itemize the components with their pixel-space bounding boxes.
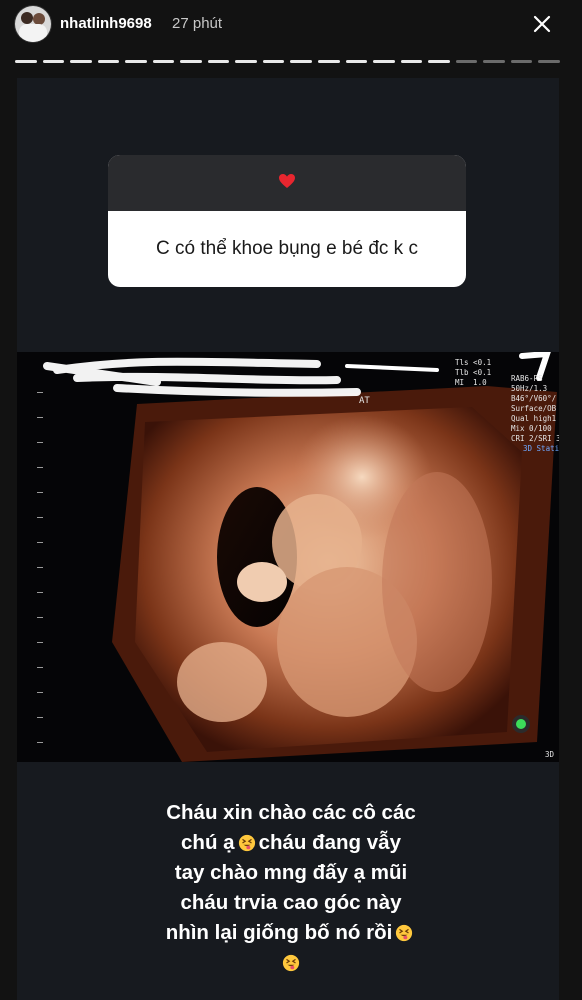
progress-segment (262, 60, 285, 63)
progress-segment (455, 60, 478, 63)
progress-segment (290, 60, 313, 63)
post-time: 27 phút (172, 15, 223, 32)
progress-segment (180, 60, 202, 63)
story-progress-bar (15, 60, 560, 63)
progress-segment (400, 60, 423, 63)
question-text: C có thể khoe bụng e bé đc k c (156, 238, 418, 259)
squinting-tongue-emoji-icon (282, 954, 300, 972)
scan-readout-left: Tls <0.1 Tlb <0.1 MI 1.0 (455, 358, 492, 387)
progress-segment (97, 60, 120, 63)
question-sticker: C có thể khoe bụng e bé đc k c (108, 155, 466, 287)
progress-segment (483, 60, 505, 63)
progress-segment (510, 60, 533, 63)
story-header: nhatlinh9698 27 phút (0, 0, 582, 52)
caption-line: chú ạ cháu đang vẫy (181, 831, 401, 854)
caption-line: cháu trvia cao góc này (180, 891, 402, 914)
progress-segment (373, 60, 395, 63)
caption-line: tay chào mng đấy ạ mũi (174, 861, 408, 884)
story-caption: Cháu xin chào các cô các chú ạ cháu đang … (90, 798, 492, 978)
progress-segment (428, 60, 450, 63)
progress-segment (70, 60, 92, 63)
scan-partial-label: AT (359, 396, 370, 406)
scan-mode-label: 3D Static (523, 444, 559, 453)
progress-segment (318, 60, 340, 63)
progress-segment (538, 60, 560, 63)
username[interactable]: nhatlinh9698 (60, 15, 152, 32)
progress-segment (345, 60, 368, 63)
scan-depth-ruler (37, 392, 43, 762)
caption-line: Cháu xin chào các cô các (166, 801, 416, 824)
progress-segment (207, 60, 230, 63)
caption-line (90, 948, 492, 978)
progress-segment (42, 60, 65, 63)
squinting-tongue-emoji-icon (396, 924, 413, 942)
progress-segment (235, 60, 257, 63)
caption-line: nhìn lại giống bố nó rồi (90, 918, 492, 948)
scan-readout-right: RAB6-RS 50Hz/1.3 B46°/V60°/ 7.5cm Surfac… (511, 374, 559, 443)
progress-segment (125, 60, 147, 63)
squinting-tongue-emoji-icon (238, 834, 255, 852)
close-icon[interactable] (528, 10, 556, 38)
progress-segment (152, 60, 175, 63)
heart-icon (278, 173, 296, 194)
avatar[interactable] (15, 6, 51, 42)
ultrasound-image: Tls <0.1 Tlb <0.1 MI 1.0 RAB6-RS 50Hz/1.… (17, 352, 559, 762)
progress-segment (15, 60, 37, 63)
scan-corner-label: 3D (545, 750, 555, 759)
